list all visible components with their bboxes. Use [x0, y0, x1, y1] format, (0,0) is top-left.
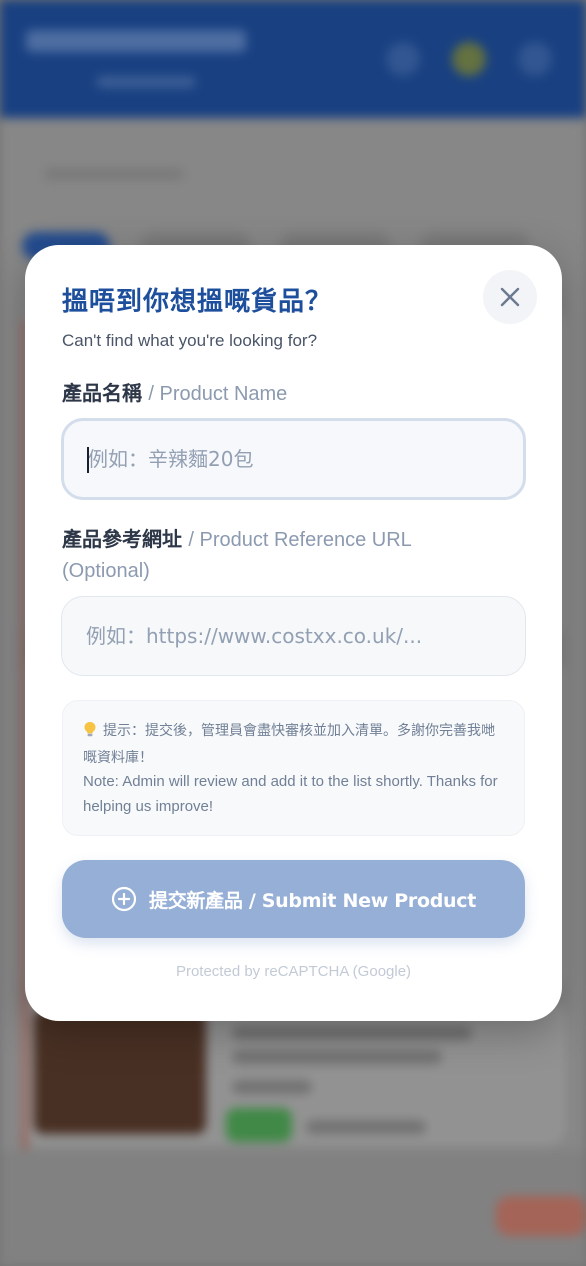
- add-product-dialog: 搵唔到你想搵嘅貨品？ Can't find what you're lookin…: [25, 245, 562, 1021]
- hint-text-zh: 提示：提交後，管理員會盡快審核並加入清單。多謝你完善我哋嘅資料庫！: [83, 719, 504, 770]
- submit-new-product-button[interactable]: 提交新產品 / Submit New Product: [62, 860, 525, 938]
- product-name-label: 產品名稱 / Product Name: [62, 378, 502, 409]
- close-icon: [500, 287, 520, 307]
- product-name-input[interactable]: [61, 418, 526, 500]
- hint-zh-content: 提示：提交後，管理員會盡快審核並加入清單。多謝你完善我哋嘅資料庫！: [83, 723, 495, 766]
- text-caret: [87, 447, 89, 473]
- product-url-label-zh: 產品參考網址: [62, 527, 182, 551]
- product-name-label-zh: 產品名稱: [62, 381, 142, 405]
- product-name-label-en: / Product Name: [148, 383, 288, 405]
- product-url-input[interactable]: [61, 596, 526, 676]
- hint-box: 提示：提交後，管理員會盡快審核並加入清單。多謝你完善我哋嘅資料庫！ Note: …: [62, 700, 525, 836]
- dialog-title: 搵唔到你想搵嘅貨品？: [62, 287, 333, 317]
- recaptcha-note: Protected by reCAPTCHA (Google): [175, 963, 412, 980]
- lightbulb-icon: [83, 721, 97, 746]
- hint-text-en: Note: Admin will review and add it to th…: [83, 773, 498, 815]
- submit-label: 提交新產品 / Submit New Product: [149, 889, 476, 912]
- product-url-label: 產品參考網址 / Product Reference URL (Optional…: [62, 524, 502, 586]
- dialog-subtitle: Can't find what you're looking for?: [62, 331, 318, 350]
- close-button[interactable]: [483, 270, 537, 324]
- plus-circle-icon: [111, 886, 137, 912]
